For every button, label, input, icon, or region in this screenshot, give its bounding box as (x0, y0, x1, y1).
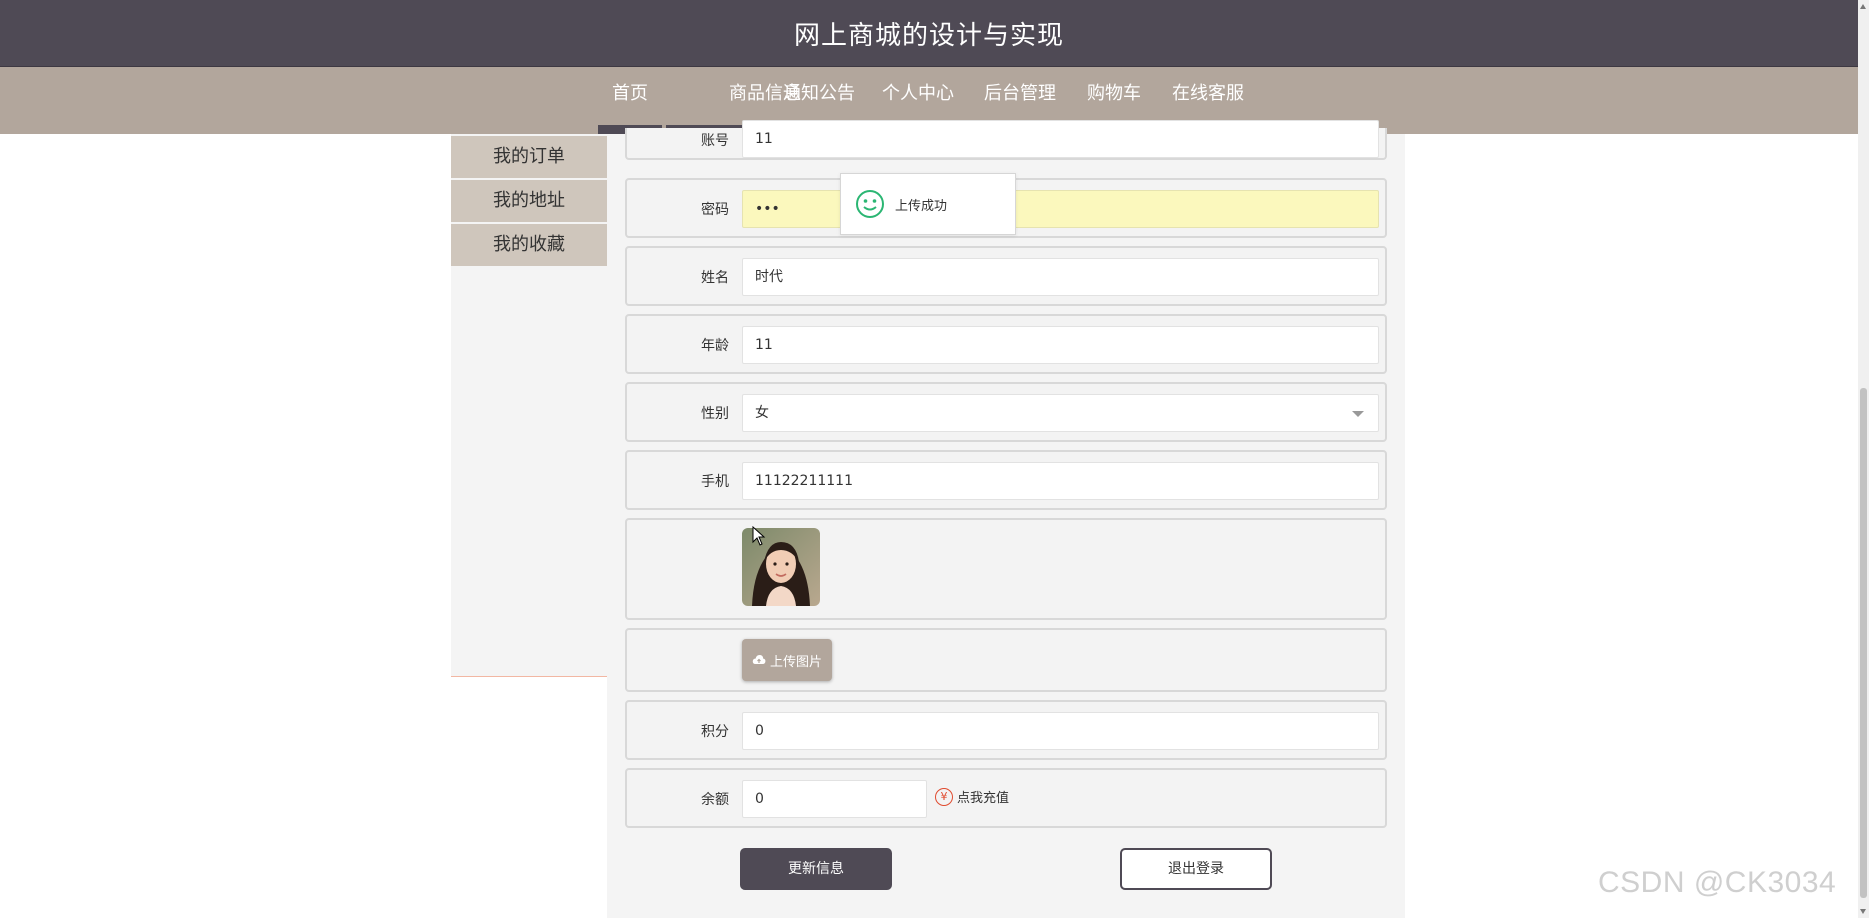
logout-button[interactable]: 退出登录 (1120, 848, 1272, 890)
scroll-thumb[interactable] (1860, 388, 1867, 898)
mouse-cursor-icon (752, 526, 766, 546)
password-field[interactable]: ••• (742, 190, 1379, 228)
recharge-link[interactable]: ¥ 点我充值 (935, 787, 1009, 806)
site-title: 网上商城的设计与实现 (793, 20, 1064, 51)
title-bar: 网上商城的设计与实现 (0, 0, 1858, 67)
form-row-upload: 上传图片 (625, 628, 1387, 692)
form-row-age: 年龄 11 (625, 314, 1387, 374)
age-label: 年龄 (701, 338, 729, 354)
password-label: 密码 (701, 202, 729, 218)
scroll-down-icon[interactable] (1860, 909, 1866, 914)
scroll-up-icon[interactable] (1860, 4, 1866, 9)
account-label: 账号 (701, 133, 729, 149)
toast-message: 上传成功 (895, 198, 948, 214)
balance-field[interactable]: 0 (742, 780, 927, 818)
gender-select-value: 女 (755, 405, 769, 421)
balance-label: 余额 (701, 792, 729, 808)
points-label: 积分 (701, 724, 729, 740)
phone-label: 手机 (701, 474, 729, 490)
nav-item-label: 后台管理 (984, 83, 1056, 104)
points-field[interactable]: 0 (742, 712, 1379, 750)
chevron-down-icon (1352, 411, 1364, 417)
gender-select[interactable]: 女 (742, 394, 1379, 432)
nav-item-home[interactable]: 首页 (598, 67, 662, 134)
form-row-balance: 余额 0 ¥ 点我充值 (625, 768, 1387, 828)
form-row-phone: 手机 11122211111 (625, 450, 1387, 510)
sidebar-item-label: 我的地址 (493, 190, 565, 211)
nav-item-label: 通知公告 (783, 83, 855, 104)
sidebar-item-addresses[interactable]: 我的地址 (451, 180, 607, 222)
scrollbar[interactable] (1858, 0, 1869, 918)
name-field[interactable]: 时代 (742, 258, 1379, 296)
watermark: CSDN @CK3034 (1598, 866, 1837, 899)
page: 网上商城的设计与实现 首页 商品信息 通知公告 个人中心 后台管理 购物车 在线… (0, 0, 1869, 918)
nav-item-label: 首页 (612, 83, 648, 104)
upload-image-button[interactable]: 上传图片 (742, 639, 832, 681)
nav-item-label: 在线客服 (1172, 83, 1244, 104)
recharge-label: 点我充值 (957, 791, 1010, 806)
phone-field[interactable]: 11122211111 (742, 462, 1379, 500)
nav-item-label: 个人中心 (882, 83, 954, 104)
age-field[interactable]: 11 (742, 326, 1379, 364)
sidebar-item-orders[interactable]: 我的订单 (451, 136, 607, 178)
upload-image-label: 上传图片 (769, 654, 822, 670)
update-info-button[interactable]: 更新信息 (740, 848, 892, 890)
gender-label: 性别 (701, 406, 729, 422)
smile-icon (856, 190, 884, 218)
cloud-upload-icon (752, 655, 766, 664)
form-row-gender: 性别 女 (625, 382, 1387, 442)
nav-item-label: 购物车 (1087, 83, 1141, 104)
form-row-account: 账号 11 (625, 120, 1387, 160)
sidebar-item-label: 我的订单 (493, 146, 565, 167)
form-row-avatar (625, 518, 1387, 620)
form-row-name: 姓名 时代 (625, 246, 1387, 306)
form-row-points: 积分 0 (625, 700, 1387, 760)
yen-icon: ¥ (935, 787, 953, 806)
account-field[interactable]: 11 (742, 120, 1379, 158)
sidebar-item-favorites[interactable]: 我的收藏 (451, 224, 607, 266)
toast-notification: 上传成功 (840, 173, 1016, 235)
name-label: 姓名 (701, 270, 729, 286)
sidebar-item-label: 我的收藏 (493, 234, 565, 255)
